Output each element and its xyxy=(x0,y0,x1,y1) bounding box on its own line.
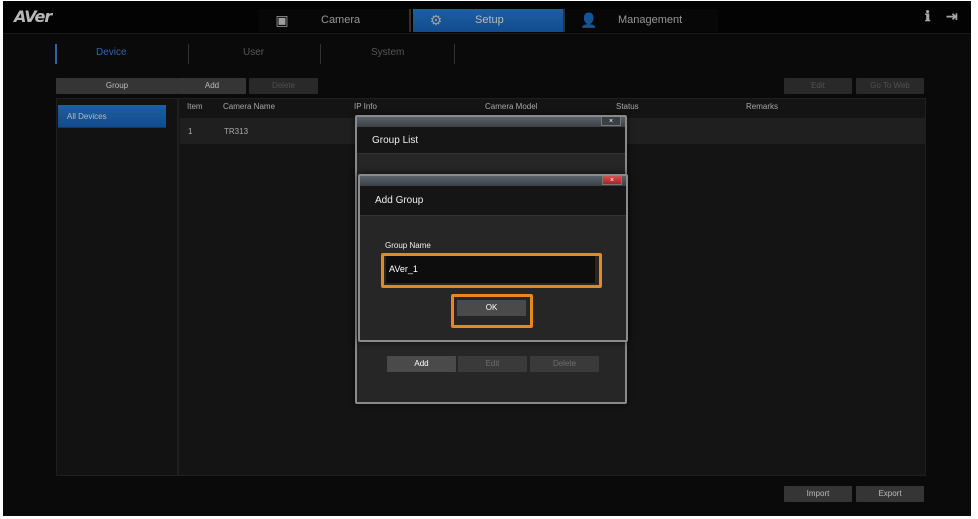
add-group-dialog: × Add Group Group Name AVer_1 OK xyxy=(358,174,628,342)
dialog-title: Group List xyxy=(357,127,625,154)
ok-button[interactable]: OK xyxy=(457,300,526,316)
close-icon[interactable]: × xyxy=(601,117,621,126)
group-list-edit-button[interactable]: Edit xyxy=(458,356,527,372)
group-list-add-button[interactable]: Add xyxy=(387,356,456,372)
dialog-title-bar: × xyxy=(360,176,626,186)
close-icon[interactable]: × xyxy=(602,176,622,185)
group-name-label: Group Name xyxy=(385,241,431,250)
app-window: AVer ▣ Camera ⚙ Setup 👤 Management ℹ ⇥ D… xyxy=(3,1,971,516)
dialog-title: Add Group xyxy=(360,186,626,216)
group-list-delete-button[interactable]: Delete xyxy=(530,356,599,372)
dialog-title-bar: × xyxy=(357,117,625,127)
group-name-input[interactable]: AVer_1 xyxy=(386,256,595,283)
